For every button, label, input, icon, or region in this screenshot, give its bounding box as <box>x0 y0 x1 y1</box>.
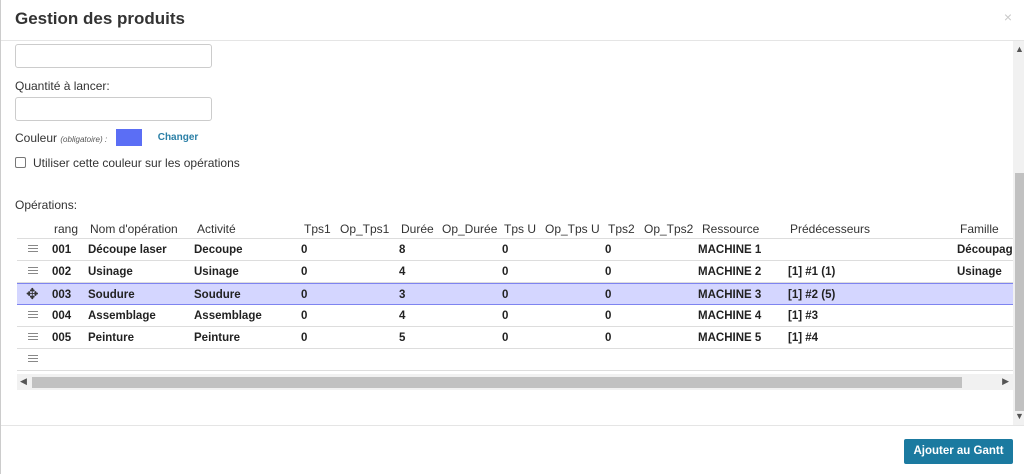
cell-predecesseurs: [1] #4 <box>788 332 819 344</box>
change-color-button[interactable]: Changer <box>149 129 207 146</box>
drag-handle-icon[interactable] <box>28 355 38 364</box>
cell-activite: Decoupe <box>194 244 243 256</box>
col-nom[interactable]: Nom d'opération <box>90 222 178 236</box>
cell-nom: Usinage <box>88 266 133 278</box>
cell-tps-u: 0 <box>502 244 509 256</box>
cell-rang: 003 <box>52 289 72 301</box>
quantity-label: Quantité à lancer: <box>15 79 110 93</box>
cell-nom: Assemblage <box>88 310 156 322</box>
cell-duree: 5 <box>399 332 406 344</box>
quantity-input[interactable] <box>15 97 212 121</box>
col-famille[interactable]: Famille <box>960 222 999 236</box>
cell-tps2: 0 <box>605 332 612 344</box>
table-row-empty[interactable] <box>17 349 1013 371</box>
drag-handle-icon[interactable] <box>28 245 38 254</box>
cell-predecesseurs: [1] #1 (1) <box>788 266 836 278</box>
cell-activite: Assemblage <box>194 310 262 322</box>
col-op-tps-u[interactable]: Op_Tps U <box>545 222 600 236</box>
use-color-label: Utiliser cette couleur sur les opération… <box>33 156 240 170</box>
cell-activite: Usinage <box>194 266 239 278</box>
col-op-duree[interactable]: Op_Durée <box>442 222 497 236</box>
cell-tps1: 0 <box>301 332 308 344</box>
cell-ressource: MACHINE 5 <box>698 332 762 344</box>
modal-body: Quantité à lancer: Couleur (obligatoire)… <box>1 41 1013 425</box>
add-to-gantt-button[interactable]: Ajouter au Gantt <box>904 439 1013 464</box>
cell-tps-u: 0 <box>502 289 509 301</box>
cell-famille: Usinage <box>957 266 1002 278</box>
col-tps-u[interactable]: Tps U <box>504 222 536 236</box>
horizontal-scroll-thumb[interactable] <box>32 377 962 388</box>
cell-tps1: 0 <box>301 266 308 278</box>
cell-rang: 002 <box>52 266 72 278</box>
col-tps1[interactable]: Tps1 <box>304 222 331 236</box>
operations-label: Opérations: <box>15 198 78 212</box>
cell-predecesseurs: [1] #2 (5) <box>788 289 836 301</box>
col-rang[interactable]: rang <box>54 222 78 236</box>
table-header: rang Nom d'opération Activité Tps1 Op_Tp… <box>17 215 1013 239</box>
vertical-scrollbar[interactable]: ▲ ▼ <box>1013 41 1024 425</box>
color-swatch[interactable] <box>116 129 142 146</box>
col-duree[interactable]: Durée <box>401 222 434 236</box>
cell-rang: 004 <box>52 310 72 322</box>
table-row[interactable]: 001 Découpe laser Decoupe 0 8 0 0 MACHIN… <box>17 239 1013 261</box>
cell-tps2: 0 <box>605 266 612 278</box>
scroll-down-icon[interactable]: ▼ <box>1015 411 1024 421</box>
cell-tps1: 0 <box>301 244 308 256</box>
cell-duree: 3 <box>399 289 406 301</box>
scroll-up-icon[interactable]: ▲ <box>1015 44 1024 54</box>
cell-ressource: MACHINE 3 <box>698 289 762 301</box>
col-activite[interactable]: Activité <box>197 222 236 236</box>
color-label: Couleur <box>15 131 58 145</box>
cell-tps2: 0 <box>605 289 612 301</box>
cell-duree: 4 <box>399 310 406 322</box>
table-row[interactable]: 004 Assemblage Assemblage 0 4 0 0 MACHIN… <box>17 305 1013 327</box>
cell-rang: 001 <box>52 244 72 256</box>
cell-nom: Découpe laser <box>88 244 167 256</box>
modal-footer: Ajouter au Gantt <box>1 425 1024 474</box>
col-ressource[interactable]: Ressource <box>702 222 759 236</box>
cell-famille: Découpag <box>957 244 1013 256</box>
table-row-selected[interactable]: ✥ 003 Soudure Soudure 0 3 0 0 MACHINE 3 … <box>17 283 1013 305</box>
cell-ressource: MACHINE 4 <box>698 310 762 322</box>
cell-predecesseurs: [1] #3 <box>788 310 819 322</box>
drag-handle-icon[interactable] <box>28 333 38 342</box>
cell-rang: 005 <box>52 332 72 344</box>
scroll-left-icon[interactable]: ◀ <box>20 376 27 387</box>
color-required-hint: (obligatoire) : <box>60 135 108 144</box>
cell-tps1: 0 <box>301 310 308 322</box>
cell-tps2: 0 <box>605 310 612 322</box>
cell-tps-u: 0 <box>502 266 509 278</box>
product-modal: Gestion des produits × Quantité à lancer… <box>0 0 1024 474</box>
cell-duree: 4 <box>399 266 406 278</box>
horizontal-scrollbar[interactable]: ◀ ▶ <box>17 374 1013 390</box>
col-tps2[interactable]: Tps2 <box>608 222 635 236</box>
cell-tps-u: 0 <box>502 332 509 344</box>
modal-header: Gestion des produits × <box>1 0 1024 41</box>
use-color-checkbox[interactable] <box>15 157 26 168</box>
cell-tps2: 0 <box>605 244 612 256</box>
move-cursor-icon[interactable]: ✥ <box>26 285 39 303</box>
cell-duree: 8 <box>399 244 406 256</box>
cell-activite: Peinture <box>194 332 241 344</box>
col-op-tps2[interactable]: Op_Tps2 <box>644 222 693 236</box>
drag-handle-icon[interactable] <box>28 267 38 276</box>
top-input[interactable] <box>15 44 212 68</box>
cell-ressource: MACHINE 1 <box>698 244 762 256</box>
modal-title: Gestion des produits <box>15 9 186 28</box>
drag-handle-icon[interactable] <box>28 311 38 320</box>
cell-nom: Peinture <box>88 332 135 344</box>
cell-tps1: 0 <box>301 289 308 301</box>
color-label-row: Couleur (obligatoire) : <box>15 131 107 145</box>
cell-ressource: MACHINE 2 <box>698 266 762 278</box>
table-row[interactable]: 005 Peinture Peinture 0 5 0 0 MACHINE 5 … <box>17 327 1013 349</box>
col-op-tps1[interactable]: Op_Tps1 <box>340 222 389 236</box>
col-predecesseurs[interactable]: Prédécesseurs <box>790 222 870 236</box>
cell-tps-u: 0 <box>502 310 509 322</box>
scroll-right-icon[interactable]: ▶ <box>1002 376 1009 387</box>
close-icon[interactable]: × <box>1004 9 1012 25</box>
table-row[interactable]: 002 Usinage Usinage 0 4 0 0 MACHINE 2 [1… <box>17 261 1013 283</box>
cell-nom: Soudure <box>88 289 135 301</box>
cell-activite: Soudure <box>194 289 241 301</box>
vertical-scroll-thumb[interactable] <box>1015 173 1024 411</box>
